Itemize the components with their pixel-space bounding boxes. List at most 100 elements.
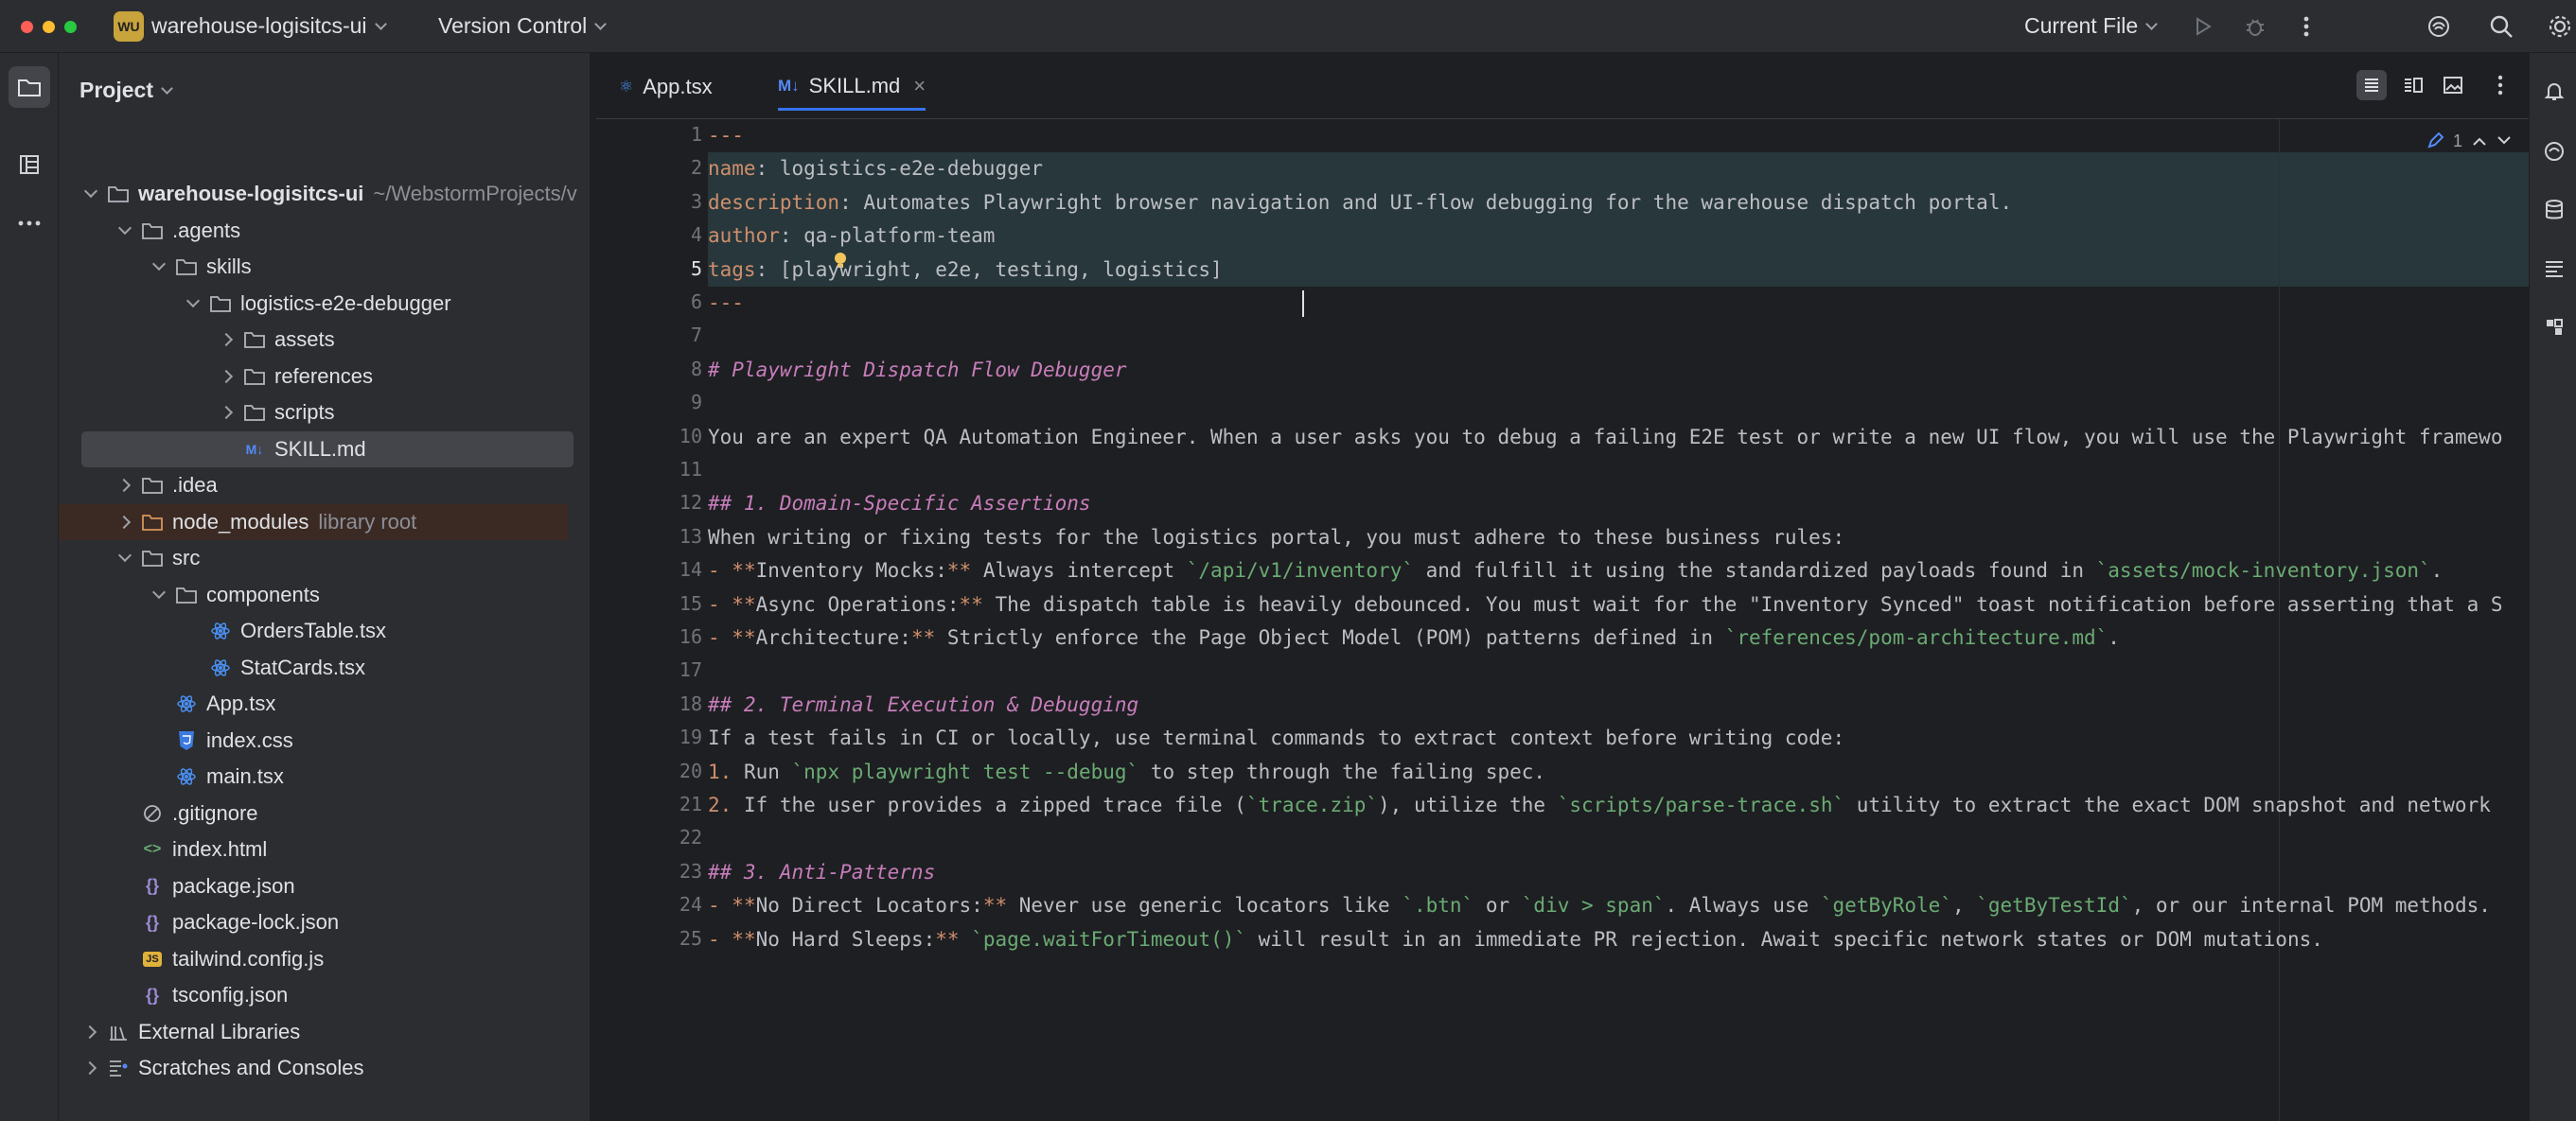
tree-item[interactable]: StatCards.tsx	[81, 650, 573, 686]
code-editor[interactable]: --- name: logistics-e2e-debugger descripti…	[708, 119, 2529, 1121]
run-icon[interactable]	[2189, 12, 2217, 41]
maximize-window-button[interactable]	[64, 21, 77, 33]
vcs-label: Version Control	[438, 13, 588, 38]
chevron-down-icon[interactable]	[184, 293, 204, 314]
run-configuration-selector[interactable]: Current File	[2024, 13, 2159, 39]
editor-more-icon[interactable]	[2485, 70, 2515, 100]
tree-item[interactable]: main.tsx	[81, 759, 573, 795]
tree-item[interactable]: {} package-lock.json	[81, 904, 573, 940]
tree-item[interactable]: scripts	[81, 394, 573, 430]
line-number[interactable]: 21	[608, 793, 702, 815]
tab-app-tsx[interactable]: ⚛ App.tsx	[619, 70, 713, 104]
line-number[interactable]: 24	[608, 893, 702, 916]
project-switcher[interactable]: warehouse-logisitcs-ui	[151, 13, 387, 39]
line-number[interactable]: 1	[608, 123, 702, 146]
tree-item[interactable]: src	[81, 540, 573, 576]
tab-skill-md[interactable]: M↓ SKILL.md ×	[778, 63, 926, 111]
tree-item[interactable]: .gitignore	[81, 796, 573, 832]
line-number[interactable]: 17	[608, 658, 702, 681]
chevron-right-icon[interactable]	[81, 1022, 102, 1042]
chevron-down-icon	[161, 82, 173, 95]
tree-item[interactable]: <> index.html	[81, 832, 573, 867]
chevron-down-icon[interactable]	[115, 220, 136, 241]
chevron-right-icon[interactable]	[218, 402, 238, 423]
line-number[interactable]: 5	[608, 257, 702, 280]
chevron-right-icon[interactable]	[218, 366, 238, 387]
tree-item-label: .idea	[172, 473, 218, 497]
line-number[interactable]: 7	[608, 324, 702, 346]
line-number[interactable]: 8	[608, 358, 702, 380]
more-tools-button[interactable]	[9, 202, 50, 244]
tree-item[interactable]: skills	[81, 249, 573, 285]
chevron-right-icon[interactable]	[115, 475, 136, 496]
tree-item[interactable]: .agents	[81, 213, 573, 249]
chevron-down-icon[interactable]	[81, 184, 102, 204]
database-icon[interactable]	[2539, 195, 2569, 225]
tree-item[interactable]: JS tailwind.config.js	[81, 941, 573, 977]
run-config-label: Current File	[2024, 13, 2139, 38]
project-tool-button[interactable]	[9, 66, 50, 108]
tree-item[interactable]: node_modules library root	[59, 503, 568, 540]
line-number[interactable]: 22	[608, 826, 702, 849]
chevron-down-icon[interactable]	[150, 256, 170, 277]
line-number[interactable]: 11	[608, 458, 702, 481]
line-number[interactable]: 16	[608, 625, 702, 648]
chevron-right-icon[interactable]	[115, 512, 136, 533]
ai-assistant-icon[interactable]	[2425, 12, 2453, 41]
line-number[interactable]: 25	[608, 927, 702, 950]
tree-item[interactable]: assets	[81, 322, 573, 358]
tree-item[interactable]: .idea	[81, 467, 573, 503]
project-panel-header[interactable]: Project	[79, 78, 173, 103]
debug-icon[interactable]	[2241, 12, 2269, 41]
line-number[interactable]: 2	[608, 156, 702, 179]
chevron-right-icon[interactable]	[218, 329, 238, 350]
notifications-icon[interactable]	[2539, 76, 2569, 106]
tree-item[interactable]: components	[81, 577, 573, 613]
line-number[interactable]: 9	[608, 391, 702, 413]
tree-item[interactable]: {} package.json	[81, 868, 573, 904]
line-number[interactable]: 12	[608, 491, 702, 514]
markdown-preview-icon[interactable]	[2539, 254, 2569, 284]
preview-only-button[interactable]	[2438, 70, 2468, 100]
line-number[interactable]: 3	[608, 190, 702, 213]
tree-item[interactable]: Scratches and Consoles	[81, 1050, 573, 1086]
tree-item[interactable]: warehouse-logisitcs-ui ~/WebstormProjects…	[81, 176, 577, 212]
line-number[interactable]: 19	[608, 726, 702, 748]
tree-item[interactable]: index.css	[81, 723, 573, 759]
line-number[interactable]: 20	[608, 760, 702, 782]
markdown-icon: M↓	[245, 441, 264, 457]
line-number[interactable]: 6	[608, 290, 702, 313]
tree-item[interactable]: references	[81, 359, 573, 394]
line-number[interactable]: 14	[608, 558, 702, 581]
split-view-button[interactable]	[2398, 70, 2428, 100]
line-number[interactable]: 10	[608, 425, 702, 447]
line-number[interactable]: 23	[608, 860, 702, 883]
search-icon[interactable]	[2487, 12, 2515, 41]
code-line: ---	[708, 291, 744, 314]
react-icon: ⚛	[619, 78, 634, 96]
editor-only-view-button[interactable]	[2356, 70, 2387, 100]
tree-item[interactable]: OrdersTable.tsx	[81, 613, 573, 649]
line-number[interactable]: 13	[608, 525, 702, 548]
gear-icon[interactable]	[2546, 12, 2574, 41]
code-line: ## 2. Terminal Execution & Debugging	[708, 692, 1139, 716]
line-number[interactable]: 18	[608, 692, 702, 715]
tree-item[interactable]: {} tsconfig.json	[81, 977, 573, 1013]
line-number[interactable]: 4	[608, 223, 702, 246]
structure-tool-button[interactable]	[9, 144, 50, 185]
tree-item[interactable]: External Libraries	[81, 1014, 573, 1050]
tree-item[interactable]: App.tsx	[81, 686, 573, 722]
tree-item[interactable]: M↓ SKILL.md	[81, 430, 573, 467]
close-icon[interactable]: ×	[913, 74, 926, 98]
chevron-down-icon[interactable]	[150, 585, 170, 605]
line-number[interactable]: 15	[608, 592, 702, 615]
version-control-menu[interactable]: Version Control	[438, 13, 608, 39]
more-actions-icon[interactable]	[2292, 12, 2320, 41]
tree-item[interactable]: logistics-e2e-debugger	[81, 286, 573, 322]
chevron-down-icon[interactable]	[115, 548, 136, 569]
close-window-button[interactable]	[21, 21, 33, 33]
minimize-window-button[interactable]	[43, 21, 55, 33]
ai-chat-icon[interactable]	[2539, 136, 2569, 166]
plugins-icon[interactable]	[2539, 312, 2569, 342]
chevron-right-icon[interactable]	[81, 1058, 102, 1078]
